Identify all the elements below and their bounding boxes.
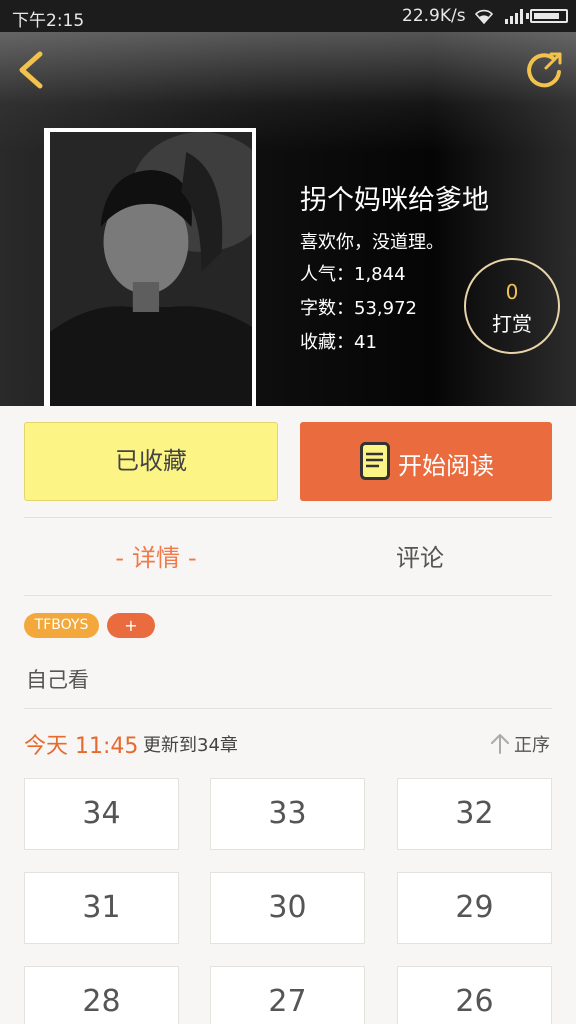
signal-icon: [505, 9, 523, 24]
battery-level: [534, 13, 559, 19]
update-time: 今天 11:45: [24, 734, 139, 759]
book-intro: 自己看: [26, 668, 89, 692]
stat-label: 人气：: [300, 264, 354, 285]
update-info: 更新到34章: [143, 735, 238, 756]
stat-value: 41: [354, 332, 377, 353]
cover-image: [50, 132, 252, 406]
stat-word-count: 字数：53,972: [300, 294, 417, 320]
sort-order-button[interactable]: 正序: [490, 730, 554, 756]
book-tagline: 喜欢你，没道理。: [300, 232, 444, 253]
stat-label: 收藏：: [300, 332, 354, 353]
status-time: 下午2:15: [12, 11, 85, 31]
stat-favorites: 收藏：41: [300, 328, 377, 354]
reward-label: 打赏: [492, 312, 532, 336]
start-reading-button[interactable]: 开始阅读: [300, 422, 552, 501]
divider: [24, 708, 552, 709]
collected-button[interactable]: 已收藏: [24, 422, 278, 501]
book-header: 拐个妈咪给爹地 喜欢你，没道理。 人气：1,844 字数：53,972 收藏：4…: [0, 32, 576, 406]
chapter-button[interactable]: 33: [210, 778, 365, 850]
tab-dash: -: [188, 544, 197, 572]
reward-count: 0: [505, 280, 519, 304]
tab-comments[interactable]: 评论: [288, 538, 552, 573]
reward-button[interactable]: 0 打赏: [464, 258, 560, 354]
chapter-button[interactable]: 26: [397, 966, 552, 1024]
tab-dash: -: [115, 544, 124, 572]
stat-label: 字数：: [300, 298, 354, 319]
book-title: 拐个妈咪给爹地: [300, 185, 489, 216]
book-cover[interactable]: [44, 128, 256, 406]
share-icon[interactable]: [524, 50, 564, 90]
battery-icon: [526, 9, 568, 23]
start-reading-label: 开始阅读: [398, 452, 494, 480]
status-bar: 下午2:15 22.9K/s: [0, 0, 576, 32]
network-speed: 22.9K/s: [402, 6, 466, 26]
divider: [24, 517, 552, 518]
tag-tfboys[interactable]: TFBOYS: [24, 613, 99, 638]
chapter-button[interactable]: 32: [397, 778, 552, 850]
sort-order-label: 正序: [514, 735, 550, 756]
chapter-button[interactable]: 29: [397, 872, 552, 944]
add-tag-button[interactable]: +: [107, 613, 155, 638]
stat-popularity: 人气：1,844: [300, 260, 406, 286]
wifi-icon: [474, 9, 494, 24]
chapter-button[interactable]: 31: [24, 872, 179, 944]
chapter-button[interactable]: 30: [210, 872, 365, 944]
chapter-button[interactable]: 27: [210, 966, 365, 1024]
arrow-up-icon: [491, 734, 509, 754]
tab-details-label: 详情: [132, 544, 180, 572]
book-icon: [360, 442, 390, 480]
stat-value: 1,844: [354, 264, 406, 285]
divider: [24, 595, 552, 596]
chevron-left-icon[interactable]: [12, 48, 48, 92]
chapter-button[interactable]: 28: [24, 966, 179, 1024]
chapter-button[interactable]: 34: [24, 778, 179, 850]
stat-value: 53,972: [354, 298, 417, 319]
portrait-illustration: [50, 132, 252, 406]
tab-details[interactable]: - 详情 -: [24, 538, 288, 573]
